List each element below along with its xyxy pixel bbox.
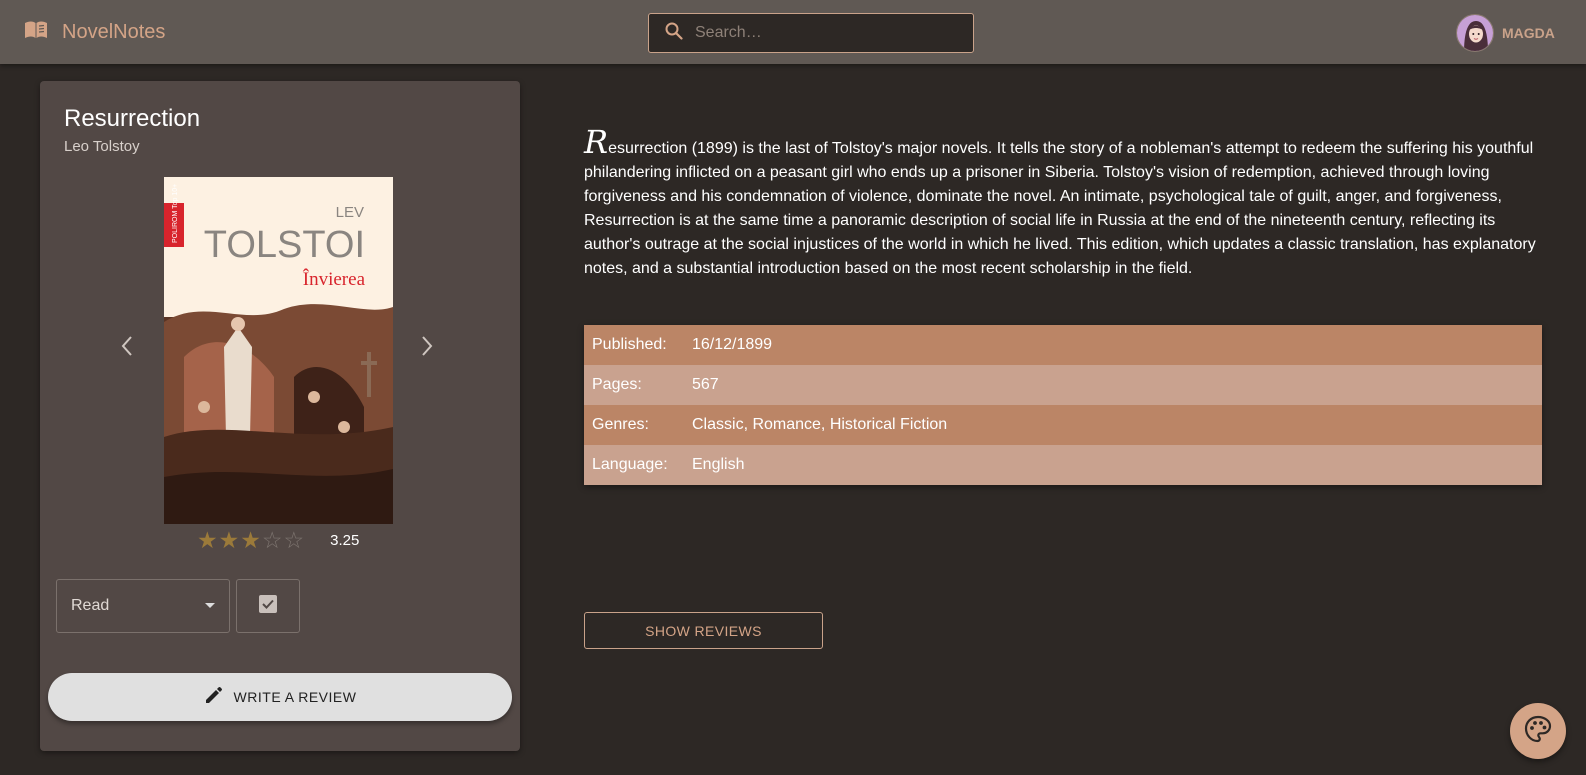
book-cover: POLIROM Top 10+ LEV TOLSTOI Învierea (164, 177, 393, 524)
details-row: Genres: Classic, Romance, Historical Fic… (584, 405, 1542, 445)
publisher-badge: POLIROM Top 10+ (172, 184, 179, 243)
cover-author-last: TOLSTOI (204, 224, 365, 266)
avatar[interactable] (1456, 14, 1494, 52)
description-text: esurrection (1899) is the last of Tolsto… (584, 140, 1536, 277)
book-card: Resurrection Leo Tolstoy POLIROM Top 10+… (40, 81, 520, 751)
star-empty-icon[interactable]: ☆ (262, 529, 283, 552)
search-box (648, 13, 974, 53)
user-menu[interactable]: MAGDA (1456, 14, 1555, 52)
description-dropcap: R (584, 123, 609, 161)
mark-read-checkbox[interactable] (236, 579, 300, 633)
chevron-left-icon (120, 335, 134, 362)
details-row: Published: 16/12/1899 (584, 325, 1542, 365)
brand[interactable]: NovelNotes (24, 20, 165, 45)
star-filled-icon[interactable]: ★ (219, 529, 240, 552)
app-bar: NovelNotes MAGDA (0, 0, 1586, 64)
cover-title: Învierea (303, 268, 366, 290)
show-reviews-button[interactable]: SHOW REVIEWS (584, 612, 823, 649)
reading-status-select[interactable]: Read (56, 579, 230, 633)
details-value: 567 (692, 376, 719, 393)
prev-cover-button[interactable] (112, 333, 142, 363)
cover-author-first: LEV (336, 204, 364, 221)
details-row: Pages: 567 (584, 365, 1542, 405)
star-filled-icon[interactable]: ★ (197, 529, 218, 552)
details-label: Pages: (592, 376, 642, 393)
pencil-icon (204, 685, 224, 710)
write-review-label: WRITE A REVIEW (233, 689, 357, 705)
details-value: Classic, Romance, Historical Fiction (692, 416, 948, 433)
chevron-right-icon (420, 335, 434, 362)
book-title: Resurrection (64, 105, 201, 132)
star-empty-icon[interactable]: ☆ (284, 529, 305, 552)
open-book-icon (24, 20, 48, 45)
book-author: Leo Tolstoy (64, 138, 140, 155)
reading-status-value: Read (71, 597, 110, 614)
details-value: English (692, 456, 745, 473)
book-details-table: Published: 16/12/1899 Pages: 567 Genres:… (584, 325, 1542, 485)
brand-name: NovelNotes (62, 21, 166, 43)
next-cover-button[interactable] (412, 333, 442, 363)
theme-button[interactable] (1510, 703, 1566, 759)
star-filled-icon[interactable]: ★ (240, 529, 261, 552)
checkbox-checked-icon (259, 594, 277, 618)
rating-value: 3.25 (330, 532, 360, 549)
user-name: MAGDA (1502, 25, 1555, 41)
details-row: Language: English (584, 445, 1542, 485)
details-label: Language: (592, 456, 668, 473)
search-input[interactable] (695, 24, 945, 42)
palette-icon (1524, 715, 1552, 748)
details-label: Genres: (592, 416, 649, 433)
write-review-button[interactable]: WRITE A REVIEW (48, 673, 512, 721)
details-value: 16/12/1899 (692, 336, 773, 353)
search-icon (665, 22, 683, 45)
book-description: Resurrection (1899) is the last of Tolst… (584, 126, 1539, 281)
rating: ★ ★ ★ ☆ ☆ 3.25 (197, 529, 359, 552)
dropdown-arrow-icon (205, 603, 215, 608)
details-label: Published: (592, 336, 667, 353)
